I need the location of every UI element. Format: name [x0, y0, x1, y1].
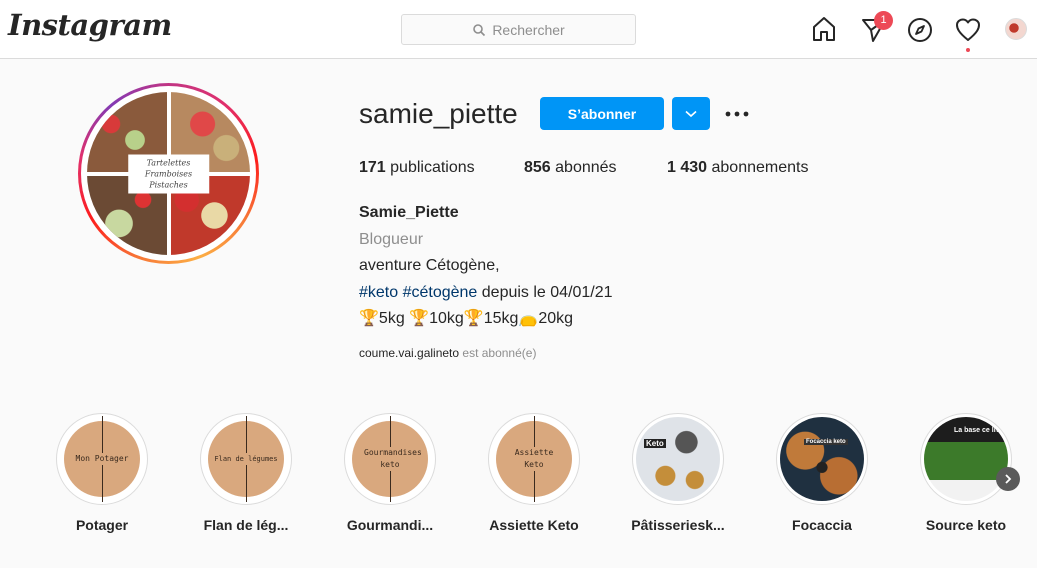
followers-count[interactable]: 856 abonnés [524, 159, 617, 177]
story-highlight[interactable]: Gourmandises keto Gourmandi... [344, 413, 436, 533]
highlights-next-button[interactable] [996, 467, 1020, 491]
search-icon [473, 23, 486, 36]
following-count[interactable]: 1 430 abonnements [667, 159, 808, 177]
bio-line: #keto #cétogène depuis le 04/01/21 [359, 284, 613, 301]
highlight-cover-photo: Focaccia keto [780, 417, 864, 501]
highlight-cover: Gourmandises keto [352, 416, 428, 502]
bio-line: aventure Cétogène, [359, 257, 500, 274]
more-dots-icon [725, 111, 749, 117]
highlight-label: Gourmandi... [346, 517, 434, 533]
highlight-cover: Mon Potager [64, 416, 140, 502]
highlight-cover: Assiette Keto [496, 416, 572, 502]
home-icon[interactable] [810, 15, 838, 43]
highlight-label: Flan de lég... [203, 517, 289, 533]
followed-by-user[interactable]: coume.vai.galineto [359, 346, 459, 360]
profile-username: samie_piette [359, 98, 518, 129]
posts-count: 171 publications [359, 159, 475, 176]
notification-badge: 1 [874, 11, 893, 30]
story-highlight[interactable]: Mon Potager Potager [56, 413, 148, 533]
bio-full-name: Samie_Piette [359, 204, 459, 221]
highlight-label: Source keto [925, 517, 1007, 533]
chevron-down-icon [685, 110, 697, 117]
highlight-label: Pâtisseriesk... [631, 517, 725, 533]
highlight-cover: Flan de légumes [208, 416, 284, 502]
profile-picture[interactable]: Tartelettes Framboises Pistaches [78, 83, 259, 264]
activity-heart-icon[interactable] [954, 16, 982, 44]
highlight-label: Potager [75, 517, 129, 533]
highlight-label: Focaccia [792, 517, 852, 533]
instagram-logo[interactable]: Instagram [8, 8, 172, 42]
bio-category: Blogueur [359, 231, 424, 248]
top-navigation-bar: Instagram Rechercher 1 [0, 0, 1037, 59]
story-highlight[interactable]: Focaccia keto Focaccia [776, 413, 868, 533]
highlight-cover-photo: La base ce livre [924, 417, 1008, 501]
activity-indicator-dot [966, 48, 970, 52]
story-highlight[interactable]: Assiette Keto Assiette Keto [488, 413, 580, 533]
followed-by[interactable]: coume.vai.galineto est abonné(e) [359, 346, 536, 360]
profile-avatar-button[interactable] [1005, 18, 1027, 40]
story-highlight[interactable]: Flan de légumes Flan de lég... [200, 413, 292, 533]
bio-line: 🏆5kg 🏆10kg🏆15kg👝20kg [359, 310, 574, 327]
avatar-caption: Tartelettes Framboises Pistaches [127, 154, 210, 193]
chevron-right-icon [1005, 474, 1012, 484]
highlight-label: Assiette Keto [489, 517, 579, 533]
follow-button[interactable]: S’abonner [540, 97, 664, 130]
story-highlight[interactable]: Keto Pâtisseriesk... [631, 413, 725, 533]
search-input[interactable]: Rechercher [401, 14, 636, 45]
highlight-cover-photo: Keto [636, 417, 720, 501]
explore-compass-icon[interactable] [906, 16, 934, 44]
suggestions-dropdown-button[interactable] [672, 97, 710, 130]
bio-hashtags[interactable]: #keto #cétogène [359, 284, 477, 301]
more-options-button[interactable] [724, 102, 750, 126]
search-placeholder: Rechercher [492, 21, 565, 38]
